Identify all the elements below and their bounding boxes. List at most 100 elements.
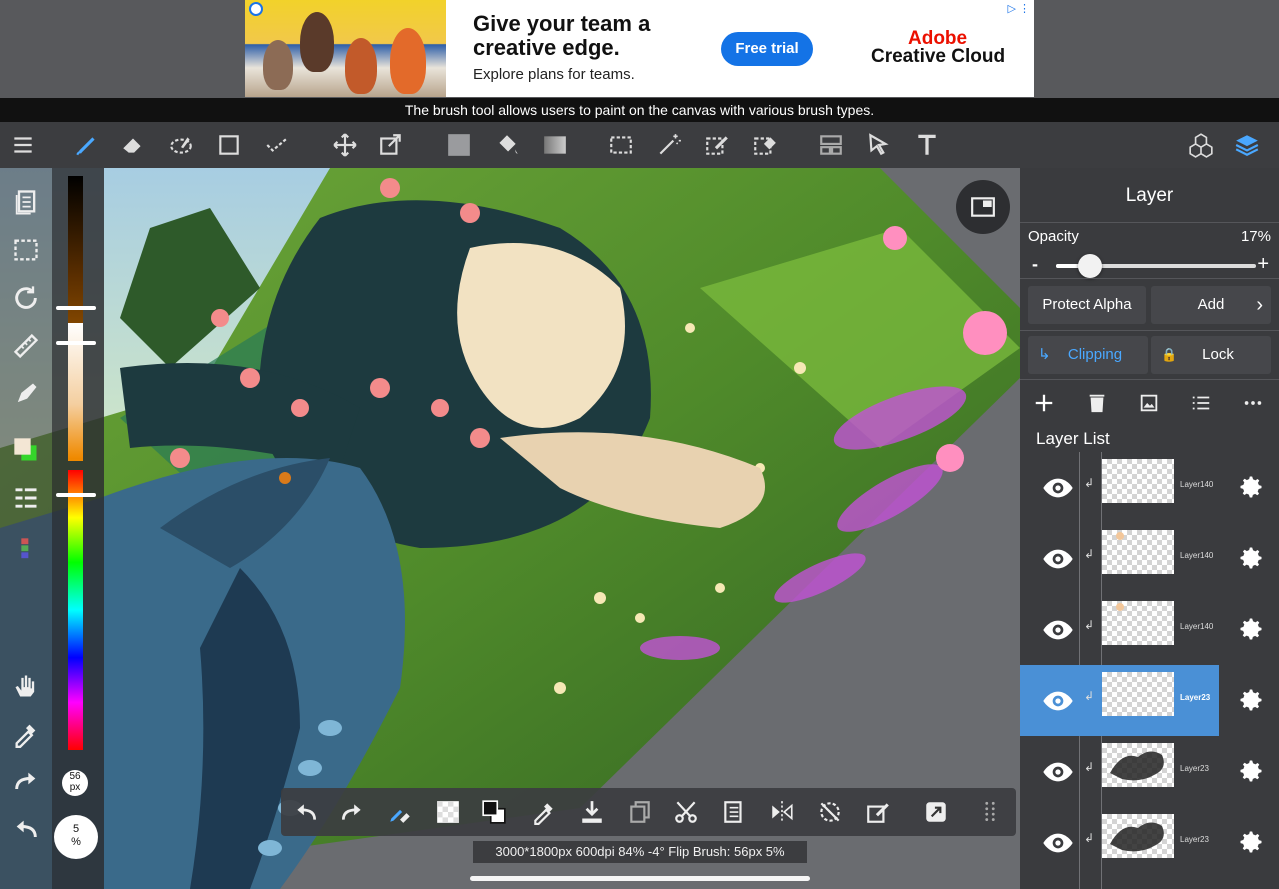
color-swatch-icon[interactable]	[4, 428, 48, 472]
erase-select-icon[interactable]	[742, 122, 788, 168]
fg-bg-color-icon[interactable]	[471, 788, 517, 836]
layer-name: Layer23	[1180, 693, 1211, 702]
fill-color-icon[interactable]	[436, 122, 482, 168]
gear-icon[interactable]	[1234, 683, 1268, 717]
layer-row-selected[interactable]: ↲ Layer23	[1020, 665, 1279, 736]
layer-row[interactable]: ↲ Layer23	[1032, 736, 1279, 807]
text-icon[interactable]	[904, 122, 950, 168]
flip-icon[interactable]	[759, 788, 805, 836]
eye-icon[interactable]	[1040, 754, 1076, 790]
layer-row[interactable]: ↲ Layer140	[1032, 594, 1279, 665]
pen-select-icon[interactable]	[694, 122, 740, 168]
eye-icon[interactable]	[1040, 825, 1076, 861]
fill-brush-icon[interactable]	[4, 372, 48, 416]
magic-wand-icon[interactable]	[646, 122, 692, 168]
pointer-icon[interactable]	[856, 122, 902, 168]
eye-icon[interactable]	[1040, 541, 1076, 577]
eyedropper-icon[interactable]	[4, 712, 48, 756]
layer-list-icon[interactable]	[1179, 385, 1223, 421]
redo-icon[interactable]	[329, 788, 375, 836]
eye-icon[interactable]	[1040, 612, 1076, 648]
layer-menu-icon[interactable]	[4, 476, 48, 520]
paste-icon[interactable]	[711, 788, 757, 836]
slider-handle[interactable]	[56, 306, 96, 310]
ad-banner[interactable]: Give your team a creative edge. Explore …	[245, 0, 1034, 97]
slider-handle[interactable]	[56, 493, 96, 497]
clipping-button[interactable]: ↳ Clipping	[1028, 336, 1148, 374]
ad-choices-icon[interactable]: ▷ ⋮	[1007, 2, 1030, 15]
undo-icon[interactable]	[4, 808, 48, 852]
gear-icon[interactable]	[1234, 541, 1268, 575]
protect-alpha-button[interactable]: Protect Alpha	[1028, 286, 1146, 324]
bucket-icon[interactable]	[484, 122, 530, 168]
eye-icon[interactable]	[1040, 470, 1076, 506]
slider-handle[interactable]	[56, 341, 96, 345]
blend-mode-button[interactable]: Add ›	[1151, 286, 1271, 324]
layers-icon[interactable]	[1224, 122, 1270, 168]
brush-eraser-toggle-icon[interactable]	[377, 788, 423, 836]
layer-name: Layer140	[1180, 622, 1214, 631]
delete-layer-icon[interactable]	[1075, 385, 1119, 421]
gear-icon[interactable]	[1234, 825, 1268, 859]
home-indicator[interactable]	[470, 876, 810, 881]
gear-icon[interactable]	[1234, 470, 1268, 504]
menu-icon[interactable]	[0, 122, 46, 168]
rotate-icon[interactable]	[4, 276, 48, 320]
clipping-icon: ↳	[1038, 346, 1051, 363]
layout-icon[interactable]	[808, 122, 854, 168]
redo-icon[interactable]	[4, 760, 48, 804]
duplicate-icon[interactable]	[617, 788, 663, 836]
marquee-icon[interactable]	[598, 122, 644, 168]
opacity-slider-thumb[interactable]	[1078, 254, 1102, 278]
cut-icon[interactable]	[663, 788, 709, 836]
move-icon[interactable]	[322, 122, 368, 168]
gradient-icon[interactable]	[532, 122, 578, 168]
ad-area: Give your team a creative edge. Explore …	[0, 0, 1279, 98]
eyedropper-icon[interactable]	[521, 788, 567, 836]
smudge-icon[interactable]	[158, 122, 204, 168]
gear-icon[interactable]	[1234, 754, 1268, 788]
opacity-value: 17%	[1240, 228, 1271, 245]
hue-slider[interactable]	[68, 470, 83, 750]
opacity-decrease-button[interactable]: -	[1032, 254, 1038, 275]
undo-icon[interactable]	[283, 788, 329, 836]
materials-icon[interactable]	[1178, 122, 1224, 168]
save-download-icon[interactable]	[569, 788, 615, 836]
layer-row[interactable]: ↲ Layer140	[1032, 523, 1279, 594]
canvas-area[interactable]	[0, 168, 1020, 889]
layer-image-icon[interactable]	[1127, 385, 1171, 421]
gear-icon[interactable]	[1234, 612, 1268, 646]
brush-opacity-indicator[interactable]: 5%	[54, 815, 98, 859]
edit-selection-icon[interactable]	[855, 788, 901, 836]
eye-icon[interactable]	[1040, 683, 1076, 719]
ad-free-trial-button[interactable]: Free trial	[721, 32, 813, 66]
pages-icon[interactable]	[4, 180, 48, 224]
select-check-icon[interactable]	[254, 122, 300, 168]
lock-button[interactable]: 🔒 Lock	[1151, 336, 1271, 374]
brush-icon[interactable]	[64, 122, 110, 168]
share-icon[interactable]	[913, 788, 959, 836]
brush-size-indicator[interactable]: 56 px	[62, 770, 88, 796]
hand-icon[interactable]	[4, 664, 48, 708]
clipping-label: Clipping	[1067, 346, 1123, 363]
layer-row[interactable]: ↲ Layer140	[1032, 452, 1279, 523]
transparent-color-icon[interactable]	[425, 788, 471, 836]
palette-icon[interactable]	[4, 528, 48, 572]
selection-icon[interactable]	[4, 228, 48, 272]
opacity-increase-button[interactable]: +	[1257, 253, 1269, 276]
eraser-icon[interactable]	[110, 122, 156, 168]
layer-list-title: Layer List	[1036, 429, 1110, 448]
layer-thumbnail	[1102, 601, 1174, 645]
layer-row[interactable]: ↲ Layer23	[1032, 807, 1279, 878]
ruler-icon[interactable]	[4, 324, 48, 368]
opacity-slider[interactable]	[1056, 254, 1256, 278]
clip-indicator-icon: ↲	[1084, 547, 1095, 561]
transform-icon[interactable]	[368, 122, 414, 168]
rectangle-icon[interactable]	[206, 122, 252, 168]
more-icon[interactable]	[1231, 385, 1275, 421]
add-layer-icon[interactable]	[1022, 385, 1066, 421]
artwork-image	[0, 168, 1020, 889]
grip-icon[interactable]	[967, 788, 1013, 836]
rotate-reset-icon[interactable]	[807, 788, 853, 836]
view-toggle-button[interactable]	[956, 180, 1010, 234]
